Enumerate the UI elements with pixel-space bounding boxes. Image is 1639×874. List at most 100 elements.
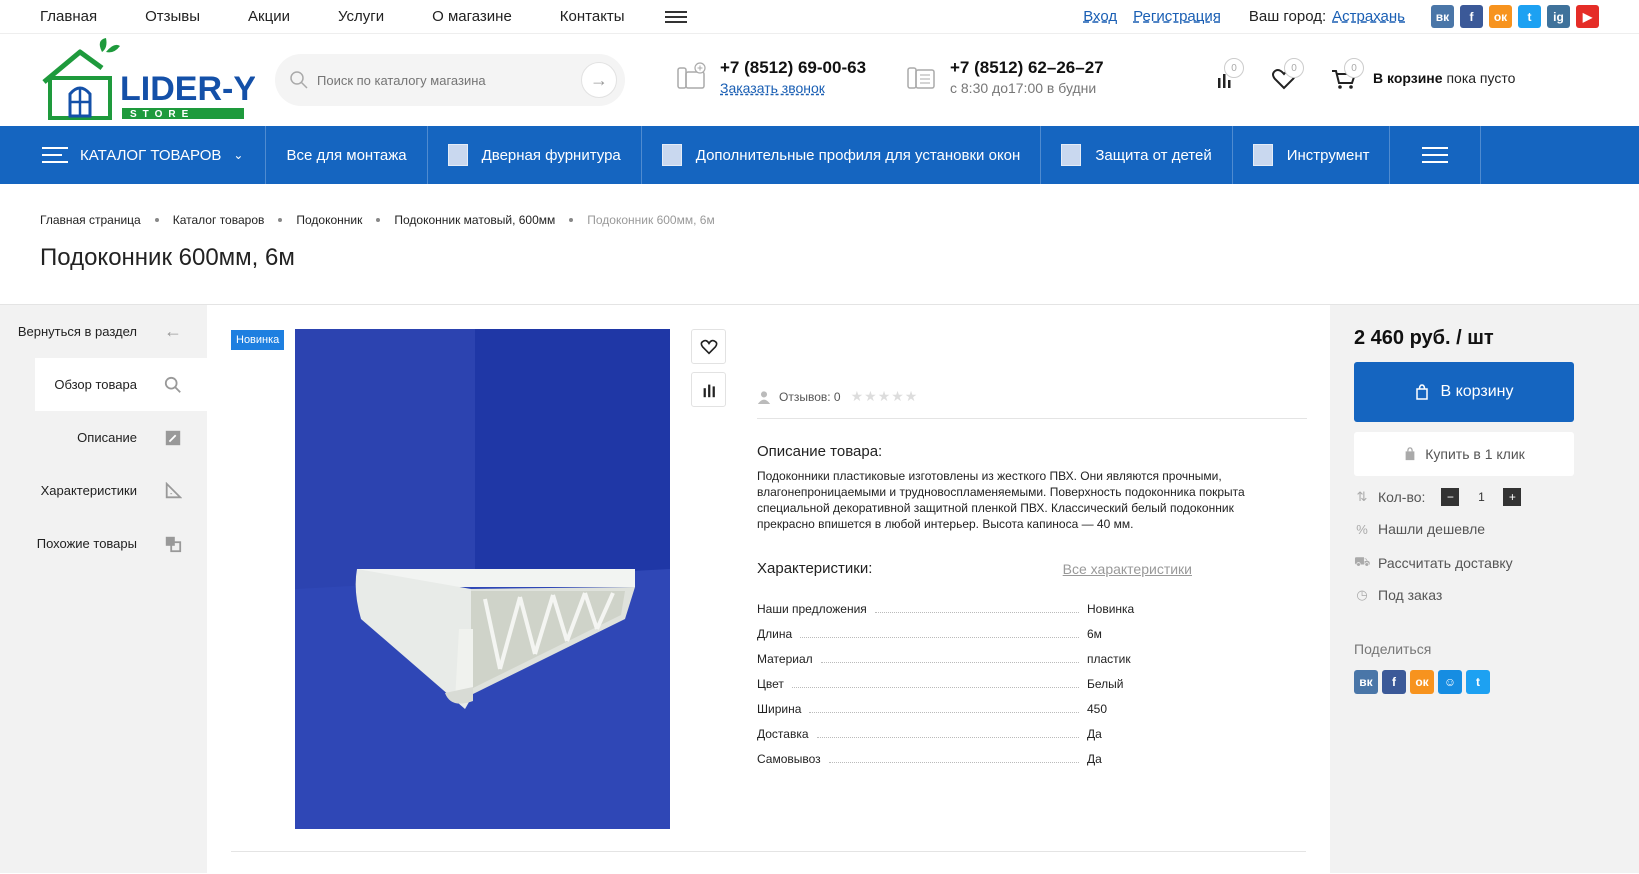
twitter-icon[interactable]: t [1466, 670, 1490, 694]
logo-image: LIDER-YG STORE [42, 38, 282, 120]
breadcrumb-matte-sill[interactable]: Подоконник матовый, 600мм [394, 213, 555, 227]
breadcrumb-separator [569, 218, 574, 222]
characteristic-value: Белый [1087, 677, 1124, 691]
characteristics-header: Характеристики: Все характеристики [757, 560, 1307, 577]
calculate-delivery-link[interactable]: ⛟ Рассчитать доставку [1354, 554, 1513, 572]
sidenav-characteristics[interactable]: Характеристики [0, 464, 207, 517]
topnav-reviews[interactable]: Отзывы [145, 8, 200, 25]
breadcrumb-separator [376, 218, 381, 222]
city-link[interactable]: Астрахань [1332, 8, 1405, 25]
description-text: Подоконники пластиковые изготовлены из ж… [757, 469, 1245, 531]
characteristic-name: Материал [757, 652, 813, 666]
favorites-button[interactable]: 0 [1268, 58, 1304, 92]
odnoklassniki-icon[interactable]: ок [1410, 670, 1434, 694]
divider [231, 851, 1306, 852]
cart-summary[interactable]: В корзине пока пусто [1373, 70, 1515, 86]
share-label: Поделиться [1354, 641, 1432, 657]
quantity-decrease-button[interactable]: − [1441, 488, 1460, 506]
characteristic-key-cell: Самовывоз [757, 752, 1087, 766]
sidenav-overview[interactable]: Обзор товара [35, 358, 207, 411]
cart-button[interactable]: 0 [1328, 58, 1364, 92]
add-to-cart-button[interactable]: В корзину [1354, 362, 1574, 422]
youtube-icon[interactable]: ▶ [1576, 5, 1599, 28]
characteristic-value: Да [1087, 727, 1102, 741]
dotted-leader [828, 762, 1079, 763]
vk-icon[interactable]: вк [1431, 5, 1454, 28]
product-side-nav: Вернуться в раздел ← Обзор товара Описан… [0, 305, 207, 570]
search-bar: → [275, 54, 625, 106]
characteristic-value: Да [1087, 752, 1102, 766]
all-characteristics-link[interactable]: Все характеристики [1063, 561, 1192, 577]
sidenav-similar[interactable]: Похожие товары [0, 517, 207, 570]
odnoklassniki-icon[interactable]: ок [1489, 5, 1512, 28]
percent-icon: % [1356, 521, 1368, 537]
characteristic-row: Наши предложения Новинка [757, 591, 1307, 616]
found-cheaper-link[interactable]: % Нашли дешевле [1354, 521, 1485, 537]
instagram-icon[interactable]: ig [1547, 5, 1570, 28]
topnav-services[interactable]: Услуги [338, 8, 384, 25]
nav-item-door-hardware[interactable]: Дверная фурнитура [428, 126, 642, 184]
sidenav-description[interactable]: Описание [0, 411, 207, 464]
breadcrumb-home[interactable]: Главная страница [40, 213, 141, 227]
more-menu-button[interactable] [1390, 126, 1482, 184]
vk-icon[interactable]: вк [1354, 670, 1378, 694]
callback-phone-icon [677, 62, 706, 89]
search-submit-button[interactable]: → [581, 62, 617, 98]
nav-item-label: Защита от детей [1095, 146, 1212, 164]
back-to-section-link[interactable]: Вернуться в раздел ← [0, 305, 207, 358]
register-link[interactable]: Регистрация [1133, 8, 1221, 25]
product-photo[interactable] [295, 329, 670, 829]
logo-subtext: STORE [130, 109, 194, 120]
breadcrumb-separator [154, 218, 159, 222]
truck-icon: ⛟ [1354, 554, 1371, 569]
topnav-home[interactable]: Главная [40, 8, 97, 25]
buy-one-click-button[interactable]: Купить в 1 клик [1354, 432, 1574, 476]
twitter-icon[interactable]: t [1518, 5, 1541, 28]
user-icon [757, 390, 771, 404]
topnav-about[interactable]: О магазине [432, 8, 512, 25]
facebook-icon[interactable]: f [1382, 670, 1406, 694]
nav-item-tools[interactable]: Инструмент [1233, 126, 1391, 184]
sort-arrows-icon: ⇅ [1356, 489, 1368, 504]
quantity-increase-button[interactable]: + [1503, 488, 1522, 506]
facebook-icon[interactable]: f [1460, 5, 1483, 28]
phone-number-2[interactable]: +7 (8512) 62–26–27 [950, 58, 1104, 78]
breadcrumb-sills[interactable]: Подоконник [296, 213, 362, 227]
product-price: 2 460 руб. / шт [1354, 327, 1494, 349]
dotted-leader [791, 687, 1079, 688]
quantity-input[interactable] [1459, 490, 1504, 504]
characteristic-value: Новинка [1087, 602, 1135, 616]
nav-item-child-protection[interactable]: Защита от детей [1041, 126, 1233, 184]
preorder-label: Под заказ [1378, 587, 1443, 603]
top-menu-icon[interactable] [664, 10, 687, 23]
catalog-menu-button[interactable]: КАТАЛОГ ТОВАРОВ ⌄ [40, 126, 267, 184]
dotted-leader [820, 662, 1079, 663]
nav-item-mounting[interactable]: Все для монтажа [266, 126, 428, 184]
characteristic-name: Доставка [757, 727, 809, 741]
back-label: Вернуться в раздел [17, 324, 137, 339]
rating-stars[interactable]: ★★★★★ [851, 388, 919, 405]
window-profile-icon [661, 144, 682, 166]
tools-icon [1252, 144, 1273, 166]
logo[interactable]: LIDER-YG STORE [40, 38, 282, 122]
characteristic-key-cell: Цвет [757, 677, 1087, 691]
compare-button[interactable]: 0 [1208, 58, 1244, 92]
nav-item-window-profiles[interactable]: Дополнительные профиля для установки око… [642, 126, 1042, 184]
availability-status: ◷ Под заказ [1354, 587, 1442, 603]
top-bar: Главная Отзывы Акции Услуги О магазине К… [0, 0, 1639, 34]
reviews-count-link[interactable]: Отзывов: 0 [779, 390, 841, 404]
add-to-compare-button[interactable] [691, 372, 726, 407]
search-input[interactable] [317, 72, 581, 88]
topnav-contacts[interactable]: Контакты [560, 8, 625, 25]
moimir-icon[interactable]: ☺ [1438, 670, 1462, 694]
cart-status: пока пусто [1446, 70, 1516, 86]
topnav-promotions[interactable]: Акции [248, 8, 290, 25]
request-call-link[interactable]: Заказать звонок [720, 80, 866, 96]
phone-number-1[interactable]: +7 (8512) 69-00-63 [720, 58, 866, 78]
login-link[interactable]: Вход [1083, 8, 1117, 25]
cart-label: В корзине [1373, 70, 1443, 86]
sidenav-label: Обзор товара [54, 377, 137, 392]
office-phone-icon [907, 67, 935, 89]
breadcrumb-catalog[interactable]: Каталог товаров [173, 213, 265, 227]
add-to-favorites-button[interactable] [691, 329, 726, 364]
